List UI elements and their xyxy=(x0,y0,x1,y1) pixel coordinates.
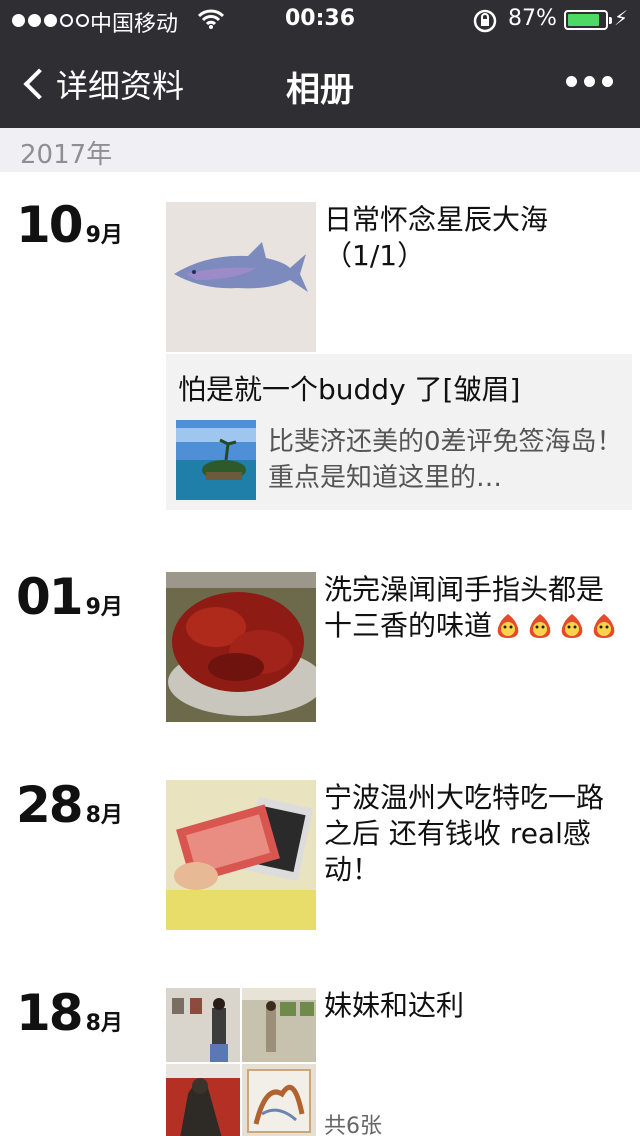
battery-percent: 87% xyxy=(508,6,557,31)
entry-caption: 宁波温州大吃特吃一路之后 还有钱收 real感动！ xyxy=(324,781,605,886)
photo-grid[interactable] xyxy=(166,988,316,1136)
album-entry: 18 8月 妹妹和达利 共6张 xyxy=(0,984,640,1136)
grid-photo xyxy=(242,1064,316,1136)
entry-month: 8月 xyxy=(85,1011,123,1036)
status-bar: 中国移动 00:36 87% ⚡ xyxy=(0,0,640,40)
entry-month: 9月 xyxy=(85,595,123,620)
entry-day: 18 xyxy=(16,984,84,1042)
entry-day: 28 xyxy=(16,776,84,834)
more-dots-icon[interactable] xyxy=(566,76,613,87)
entry-day: 01 xyxy=(16,568,84,626)
album-entry: 10 9月 日常怀念星辰大海（1/1） 怕是就一个buddy 了[皱眉] 比斐济… xyxy=(0,196,640,526)
entry-caption: 洗完澡闻闻手指头都是十三香的味道 xyxy=(324,572,624,644)
rotation-lock-icon xyxy=(472,8,498,40)
year-header: 2017年 xyxy=(0,128,640,172)
shared-article-card[interactable]: 怕是就一个buddy 了[皱眉] 比斐济还美的0差评免签海岛！重点是知道这里的… xyxy=(166,354,632,510)
battery-icon xyxy=(564,10,612,30)
entry-date: 10 9月 xyxy=(16,196,123,254)
article-thumbnail xyxy=(176,420,256,500)
photo-thumbnail[interactable] xyxy=(166,780,316,930)
photo-count: 共6张 xyxy=(324,1114,382,1136)
entry-month: 8月 xyxy=(85,803,123,828)
entry-caption: 日常怀念星辰大海（1/1） xyxy=(324,203,549,272)
charging-bolt-icon: ⚡ xyxy=(614,6,629,30)
entry-day: 10 xyxy=(16,196,84,254)
fire-face-emoji-icon xyxy=(492,609,620,642)
year-label: 2017年 xyxy=(20,140,113,170)
photo-thumbnail[interactable] xyxy=(166,202,316,352)
entry-date: 28 8月 xyxy=(16,776,123,834)
grid-photo xyxy=(242,988,316,1062)
entry-date: 01 9月 xyxy=(16,568,123,626)
share-comment: 怕是就一个buddy 了[皱眉] xyxy=(178,373,521,406)
album-entry: 28 8月 宁波温州大吃特吃一路之后 还有钱收 real感动！ xyxy=(0,776,640,936)
grid-photo xyxy=(166,988,240,1062)
photo-thumbnail[interactable] xyxy=(166,572,316,722)
top-bar: 中国移动 00:36 87% ⚡ 详细资料 相册 xyxy=(0,0,640,128)
article-title: 比斐济还美的0差评免签海岛！重点是知道这里的… xyxy=(268,427,623,493)
grid-photo xyxy=(166,1064,240,1136)
page-title: 相册 xyxy=(286,70,354,110)
entry-caption: 妹妹和达利 xyxy=(324,989,465,1022)
entry-month: 9月 xyxy=(85,223,123,248)
album-entry: 01 9月 洗完澡闻闻手指头都是十三香的味道 xyxy=(0,568,640,728)
entry-date: 18 8月 xyxy=(16,984,123,1042)
